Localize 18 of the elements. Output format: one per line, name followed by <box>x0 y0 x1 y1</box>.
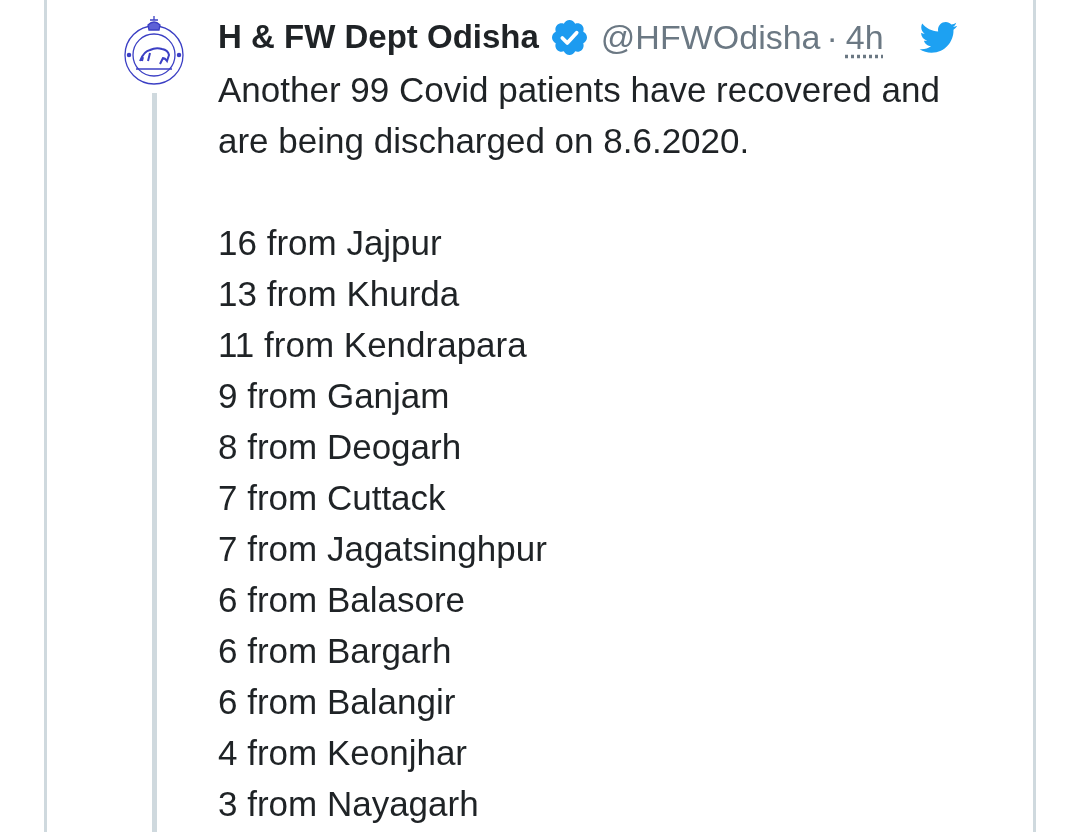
district-count-line: 6 from Balasore <box>218 579 466 621</box>
district-count-line: 16 from Jajpur <box>218 222 442 264</box>
author-handle[interactable]: @HFWOdisha <box>600 17 821 57</box>
district-count-line: 3 from Nayagarh <box>218 783 479 825</box>
separator-dot: · <box>826 17 838 57</box>
district-count-line: 4 from Keonjhar <box>218 732 468 774</box>
district-count-line: 11 from Kendrapara <box>218 324 527 366</box>
district-count-line: 9 from Ganjam <box>218 375 450 417</box>
district-count-line: 7 from Jagatsinghpur <box>218 528 547 570</box>
district-count-line: 6 from Balangir <box>218 681 456 723</box>
tweet-text: Another 99 Covid patients have recovered and are being discharged on 8.6.2020. <box>218 69 941 162</box>
district-count-line: 8 from Deogarh <box>218 426 462 468</box>
district-count-line: 13 from Khurda <box>218 273 460 315</box>
author-name[interactable]: H & FW Dept Odisha <box>218 18 539 56</box>
tweet-time[interactable]: 4h <box>845 17 884 57</box>
bird-icon <box>917 20 958 54</box>
district-count-line: 6 from Bargarh <box>218 630 452 672</box>
district-count-line: 7 from Cuttack <box>218 477 446 519</box>
